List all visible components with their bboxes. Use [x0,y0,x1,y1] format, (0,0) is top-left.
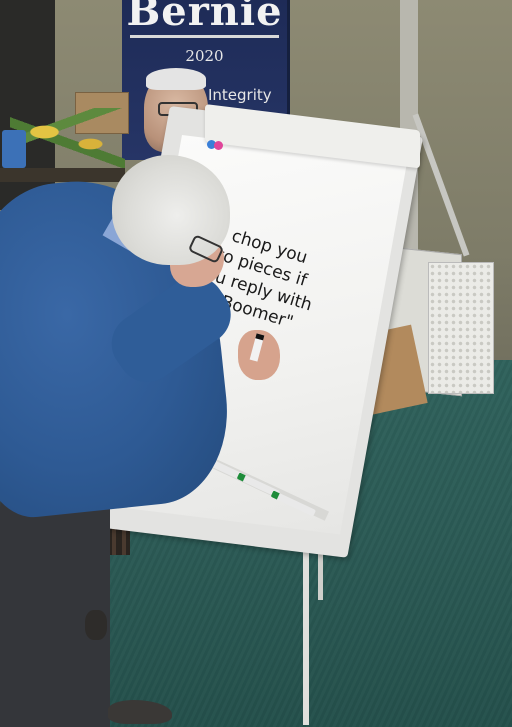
banner-year: 2020 [185,47,224,65]
shoe-back [85,610,107,640]
sunflowers [10,108,125,168]
banner-slogan: Integrity [208,86,272,104]
shelf [0,168,125,182]
folding-table-white [428,262,494,394]
banner-stripe [130,35,279,38]
pink-magnet [214,141,223,150]
blue-cup [2,130,26,168]
banner-title: Bernie [126,0,283,35]
photo-scene: Bernie 2020 Integrity I'll chop you into… [0,0,512,727]
